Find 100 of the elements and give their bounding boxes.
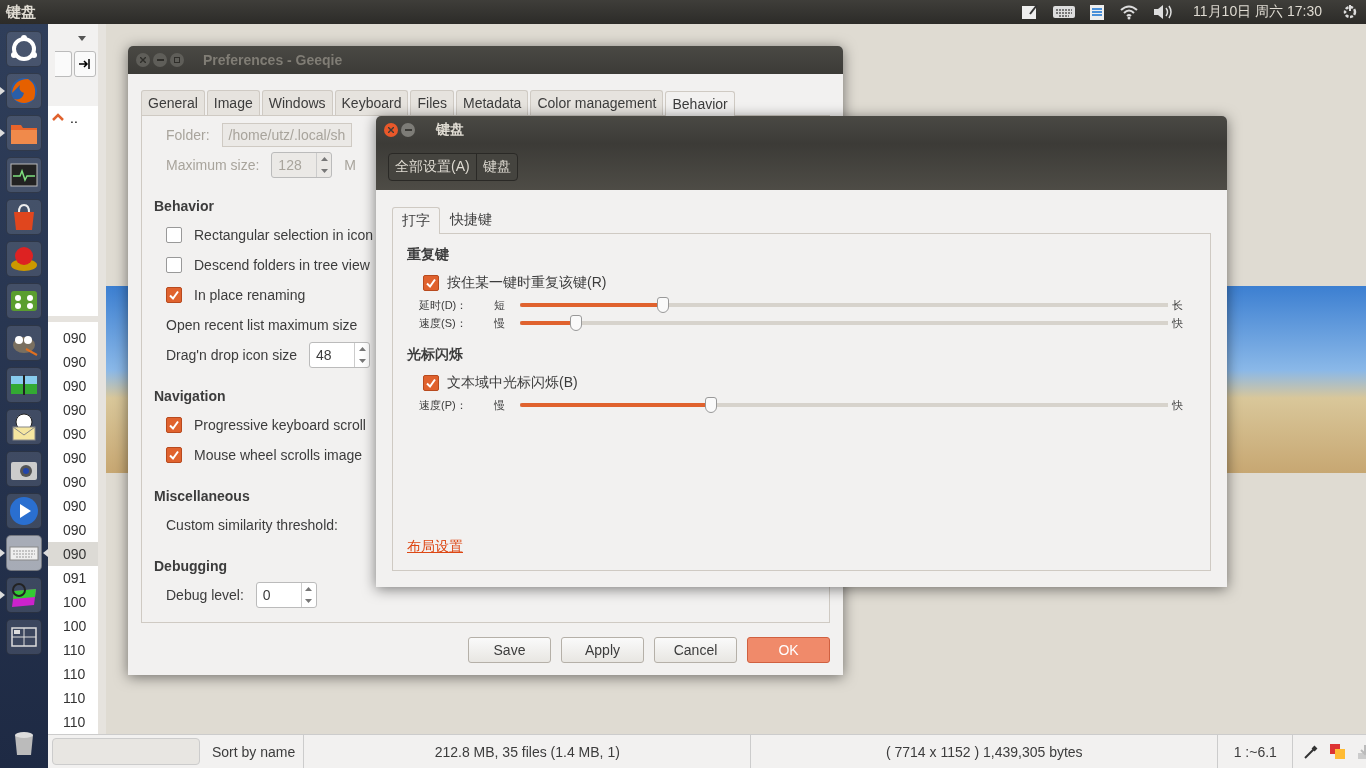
- file-item[interactable]: 100: [48, 614, 98, 638]
- close-button[interactable]: [384, 123, 398, 137]
- up-arrow-icon[interactable]: [305, 587, 313, 591]
- keyboard-icon[interactable]: [1053, 5, 1076, 19]
- checkbox[interactable]: [423, 375, 439, 391]
- tab[interactable]: 打字: [392, 207, 440, 234]
- section-heading: 光标闪烁: [407, 346, 464, 364]
- tab[interactable]: Keyboard: [334, 90, 409, 115]
- down-arrow-icon[interactable]: [305, 599, 313, 603]
- file-item[interactable]: 090: [48, 374, 98, 398]
- window-title: Preferences - Geeqie: [203, 52, 343, 68]
- section-heading: Debugging: [154, 558, 228, 576]
- dialog-button[interactable]: Apply: [561, 637, 644, 663]
- caret-icon[interactable]: [78, 36, 86, 41]
- dialog-button[interactable]: Cancel: [654, 637, 737, 663]
- file-item[interactable]: 090: [48, 446, 98, 470]
- zoom-text: 1 :~6.1: [1218, 735, 1294, 768]
- max-label: 快: [1172, 315, 1184, 331]
- checkbox[interactable]: [166, 447, 182, 463]
- checkbox-label: Rectangular selection in icon: [194, 227, 373, 243]
- down-arrow-icon[interactable]: [358, 359, 366, 363]
- file-item[interactable]: 110: [48, 662, 98, 686]
- checkbox-label: Descend folders in tree view: [194, 257, 370, 273]
- slider-label: 速度(S)：: [419, 315, 468, 331]
- tab[interactable]: Metadata: [456, 90, 529, 115]
- wifi-icon[interactable]: [1119, 4, 1140, 20]
- field-label: Custom similarity threshold:: [166, 517, 338, 533]
- sort-button[interactable]: Sort by name: [204, 735, 305, 768]
- checkbox[interactable]: [166, 227, 182, 243]
- close-icon: [388, 127, 394, 133]
- file-item[interactable]: 090: [48, 470, 98, 494]
- checkbox[interactable]: [166, 287, 182, 303]
- file-item[interactable]: 110: [48, 686, 98, 710]
- tab[interactable]: Windows: [261, 90, 333, 115]
- file-item[interactable]: 110: [48, 638, 98, 662]
- close-icon: [140, 57, 146, 63]
- max-label: 快: [1172, 397, 1184, 413]
- go-button[interactable]: [74, 51, 96, 77]
- field-label: Drag'n drop icon size: [166, 347, 298, 363]
- minimize-button[interactable]: [401, 123, 415, 137]
- file-item[interactable]: 090: [48, 350, 98, 374]
- tab[interactable]: Behavior: [665, 91, 735, 116]
- breadcrumb-button[interactable]: 键盘: [475, 154, 517, 180]
- window-title: 键盘: [436, 121, 464, 139]
- file-item[interactable]: 110: [48, 710, 98, 734]
- file-item[interactable]: 090: [48, 542, 98, 566]
- file-item[interactable]: 090: [48, 326, 98, 350]
- color-hand-icon[interactable]: [1329, 742, 1348, 761]
- tab[interactable]: Image: [206, 90, 260, 115]
- slider-thumb[interactable]: [705, 397, 718, 413]
- field-label: Debug level:: [166, 587, 244, 603]
- file-item[interactable]: 090: [48, 518, 98, 542]
- file-item[interactable]: 090: [48, 494, 98, 518]
- up-arrow-icon[interactable]: [358, 347, 366, 351]
- tab[interactable]: General: [141, 90, 205, 115]
- field-label: Maximum size:: [166, 157, 260, 173]
- parent-folder-item[interactable]: ..: [70, 110, 78, 126]
- section-heading: Behavior: [154, 198, 214, 216]
- status-text: ( 7714 x 1152 ) 1,439,305 bytes: [751, 735, 1219, 768]
- field-label: Open recent list maximum size: [166, 317, 358, 333]
- file-item[interactable]: 091: [48, 566, 98, 590]
- checkbox-label: Progressive keyboard scroll: [194, 417, 366, 433]
- status-text: 212.8 MB, 35 files (1.4 MB, 1): [304, 735, 752, 768]
- notepad-icon[interactable]: [1089, 3, 1106, 21]
- app-title: 键盘: [6, 2, 36, 22]
- layout-settings-link[interactable]: 布局设置: [407, 538, 463, 554]
- maximize-icon: [174, 57, 180, 63]
- checkbox[interactable]: [166, 257, 182, 273]
- arrow-to-bar-icon: [79, 59, 91, 69]
- max-label: 长: [1172, 297, 1184, 313]
- file-item[interactable]: 100: [48, 590, 98, 614]
- dialog-button[interactable]: Save: [468, 637, 551, 663]
- play-icon[interactable]: [8, 495, 40, 527]
- power-icon[interactable]: [1342, 4, 1358, 20]
- minimize-icon: [404, 129, 412, 131]
- tab[interactable]: Color management: [530, 90, 664, 115]
- checkbox-label: 文本域中光标闪烁(B): [447, 374, 578, 392]
- field-label: M: [344, 157, 357, 173]
- checkbox[interactable]: [166, 417, 182, 433]
- eyedropper-icon[interactable]: [1303, 743, 1320, 760]
- field-label: Folder:: [166, 127, 210, 143]
- spin-field[interactable]: 48: [309, 342, 371, 368]
- speaker-icon[interactable]: [1153, 4, 1174, 20]
- spin-field[interactable]: 0: [255, 582, 317, 608]
- slider-label: 延时(D)：: [419, 297, 469, 313]
- slider-label: 速度(P)：: [419, 397, 468, 413]
- pen-icon[interactable]: [1021, 3, 1040, 21]
- breadcrumb-button[interactable]: 全部设置(A): [389, 154, 476, 180]
- checkbox[interactable]: [423, 275, 439, 291]
- file-item[interactable]: 090: [48, 398, 98, 422]
- min-label: 短: [494, 297, 506, 313]
- min-label: 慢: [494, 397, 506, 413]
- slider-thumb[interactable]: [569, 315, 582, 331]
- slider-thumb[interactable]: [656, 297, 669, 313]
- up-chevron-icon: [52, 113, 64, 121]
- tab[interactable]: 快捷键: [440, 206, 502, 233]
- clock[interactable]: 11月10日 周六 17:30: [1193, 3, 1322, 21]
- file-item[interactable]: 090: [48, 422, 98, 446]
- tab[interactable]: Files: [410, 90, 455, 115]
- checkbox-label: 按住某一键时重复该键(R): [447, 274, 607, 292]
